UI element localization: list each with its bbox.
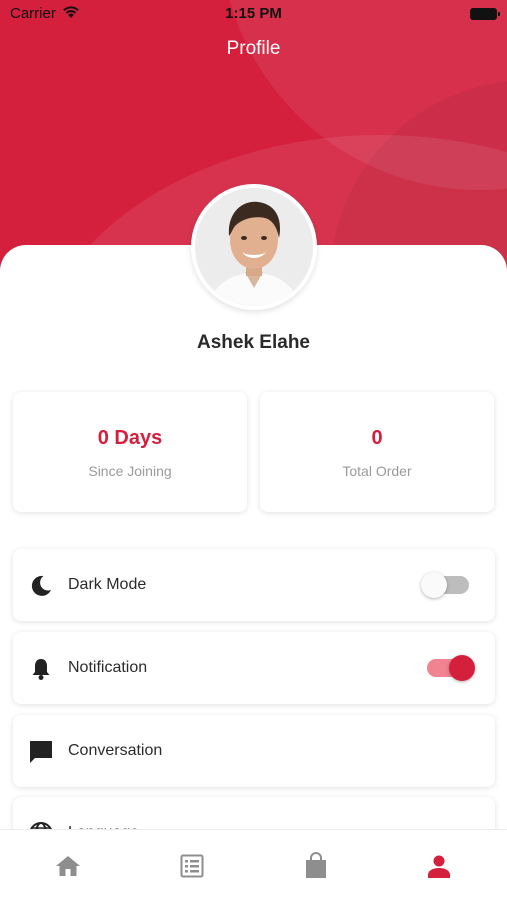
tab-orders[interactable] <box>172 850 212 882</box>
total-order-label: Total Order <box>342 463 412 479</box>
tab-home[interactable] <box>48 850 88 882</box>
list-icon <box>180 854 204 878</box>
toggle-knob <box>421 572 447 598</box>
total-order-card: 0 Total Order <box>260 392 494 512</box>
status-bar: Carrier 1:15 PM <box>0 0 507 28</box>
user-name: Ashek Elahe <box>197 332 310 353</box>
home-icon <box>56 856 80 876</box>
page-title: Profile <box>226 38 281 59</box>
conversation-label: Conversation <box>68 742 163 759</box>
toggle-knob <box>449 655 475 681</box>
avatar[interactable] <box>191 184 317 310</box>
battery-icon <box>470 8 500 20</box>
tab-cart[interactable] <box>296 850 336 882</box>
total-order-value: 0 <box>371 427 383 449</box>
since-joining-label: Since Joining <box>88 463 172 479</box>
person-icon <box>428 855 450 878</box>
menu-item-conversation[interactable]: Conversation <box>13 715 495 787</box>
bell-icon <box>28 656 54 682</box>
tab-profile[interactable] <box>419 850 459 882</box>
since-joining-card: 0 Days Since Joining <box>13 392 247 512</box>
bottom-tab-bar <box>0 829 507 900</box>
menu-item-notification[interactable]: Notification <box>13 632 495 704</box>
avatar-photo <box>195 188 313 306</box>
notification-toggle[interactable] <box>427 655 475 681</box>
notification-label: Notification <box>68 659 148 676</box>
moon-icon <box>28 573 54 599</box>
bag-icon <box>306 852 326 878</box>
chat-icon <box>28 739 54 765</box>
dark-mode-toggle[interactable] <box>421 572 469 598</box>
since-joining-value: 0 Days <box>97 427 163 449</box>
clock: 1:15 PM <box>225 5 282 22</box>
dark-mode-label: Dark Mode <box>68 576 147 593</box>
menu-item-dark-mode[interactable]: Dark Mode <box>13 549 495 621</box>
